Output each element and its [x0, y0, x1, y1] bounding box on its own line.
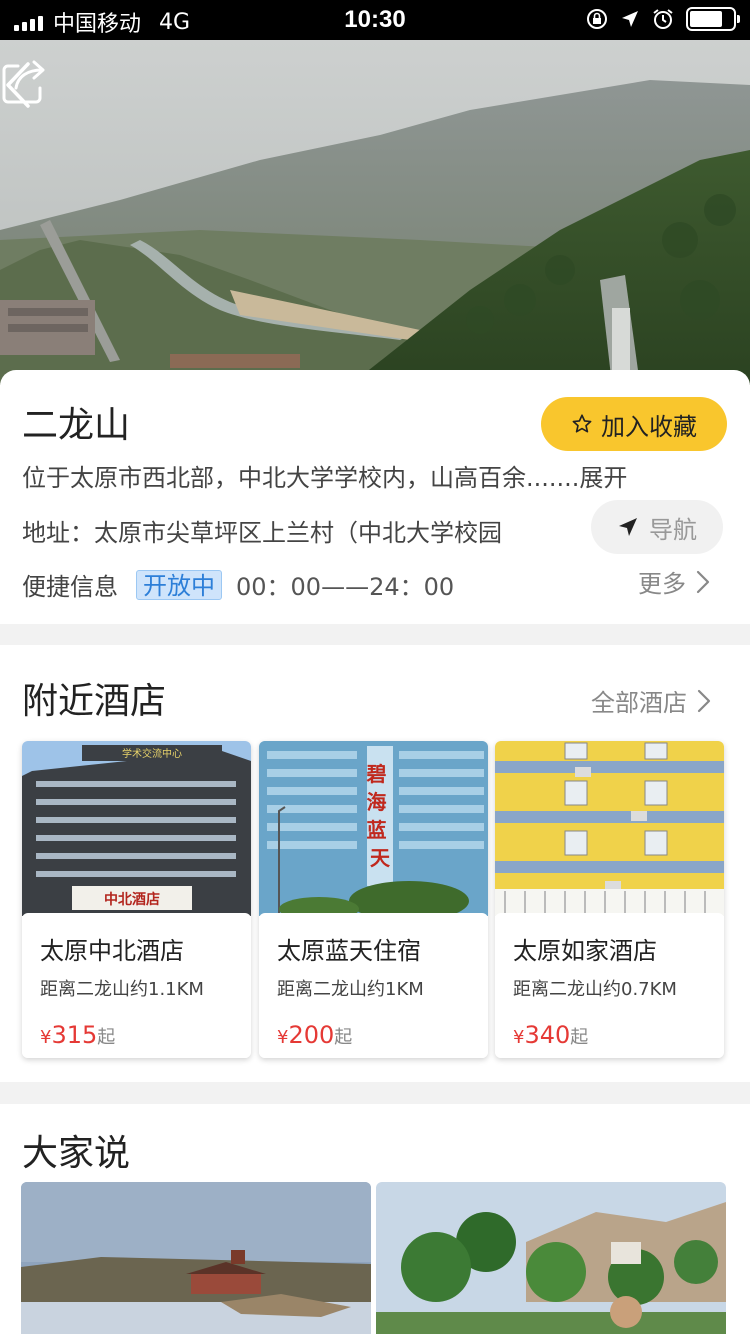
section-title: 大家说	[22, 1133, 131, 1174]
address: 地址：太原市尖草坪区上兰村（中北大学校园	[22, 519, 502, 547]
more-info-link[interactable]: 更多	[638, 564, 710, 599]
nearby-hotels-section: 附近酒店 全部酒店 学术交流中心 中北酒店 太原中北酒店 距离二龙山约1.1KM…	[0, 645, 750, 1082]
hotel-distance: 距离二龙山约1KM	[277, 979, 424, 1000]
hotel-sign: 中北酒店	[104, 891, 160, 908]
price-unit: 起	[334, 1027, 353, 1048]
hotel-photo	[495, 741, 724, 916]
opening-hours: 00：00——24：00	[236, 573, 455, 601]
share-button[interactable]	[0, 58, 48, 106]
hotel-price: ¥200起	[277, 1021, 352, 1049]
attraction-info-card: 二龙山 加入收藏 位于太原市西北部，中北大学学校内，山高百余.......展开 …	[0, 370, 750, 624]
hotel-roof-sign: 学术交流中心	[122, 747, 182, 760]
price-currency: ¥	[277, 1027, 289, 1048]
status-bar: 中国移动 4G 10:30	[0, 0, 750, 40]
star-icon	[572, 414, 592, 433]
hotel-distance: 距离二龙山约1.1KM	[40, 979, 204, 1000]
hotel-card[interactable]: 太原如家酒店 距离二龙山约0.7KM ¥340起	[495, 741, 724, 1058]
location-icon	[622, 11, 638, 27]
hotel-card[interactable]: 碧 海 蓝 天 太原蓝天住宿 距离二龙山约1KM ¥200起	[259, 741, 488, 1058]
sign-char: 蓝	[367, 818, 387, 842]
navigate-label: 导航	[649, 515, 697, 544]
quick-info-row: 便捷信息 开放中 00：00——24：00	[22, 567, 454, 602]
hero-image	[0, 40, 750, 385]
sign-char: 海	[367, 790, 387, 814]
price-amount: 200	[288, 1021, 335, 1049]
hotel-name: 太原如家酒店	[513, 937, 657, 965]
navigate-button[interactable]: 导航	[591, 500, 723, 554]
chevron-right-icon	[697, 689, 711, 712]
hotel-photo: 碧 海 蓝 天	[259, 741, 488, 916]
all-hotels-link[interactable]: 全部酒店	[591, 683, 711, 718]
quick-info-label: 便捷信息	[22, 573, 118, 601]
add-favorite-button[interactable]: 加入收藏	[541, 397, 727, 451]
description: 位于太原市西北部，中北大学学校内，山高百余.......展开	[22, 458, 627, 493]
price-currency: ¥	[513, 1027, 525, 1048]
add-favorite-label: 加入收藏	[601, 412, 697, 441]
alarm-icon	[653, 9, 673, 29]
hotel-name: 太原蓝天住宿	[277, 937, 421, 965]
expand-link[interactable]: 展开	[579, 464, 627, 492]
more-label: 更多	[638, 570, 686, 598]
battery-icon	[686, 7, 740, 31]
status-badge: 开放中	[136, 569, 222, 600]
hotel-photo: 学术交流中心 中北酒店	[22, 741, 251, 916]
navigation-arrow-icon	[619, 518, 637, 536]
chevron-right-icon	[696, 570, 710, 593]
hotel-price: ¥340起	[513, 1021, 588, 1049]
comment-photo[interactable]	[21, 1182, 371, 1334]
comment-photo[interactable]	[376, 1182, 726, 1334]
sign-char: 天	[370, 846, 391, 870]
section-title: 附近酒店	[22, 681, 167, 722]
price-amount: 315	[51, 1021, 98, 1049]
price-amount: 340	[524, 1021, 571, 1049]
all-hotels-label: 全部酒店	[591, 689, 687, 717]
description-text: 位于太原市西北部，中北大学学校内，山高百余.......	[22, 464, 580, 492]
comments-section: 大家说	[0, 1104, 750, 1334]
page-title: 二龙山	[22, 405, 131, 446]
hotel-distance: 距离二龙山约0.7KM	[513, 979, 677, 1000]
sign-char: 碧	[366, 762, 387, 786]
price-unit: 起	[97, 1027, 116, 1048]
hotel-card[interactable]: 学术交流中心 中北酒店 太原中北酒店 距离二龙山约1.1KM ¥315起	[22, 741, 251, 1058]
hotel-price: ¥315起	[40, 1021, 115, 1049]
price-unit: 起	[570, 1027, 589, 1048]
price-currency: ¥	[40, 1027, 52, 1048]
mountain-landscape-photo	[0, 40, 750, 385]
rotation-lock-icon	[587, 9, 607, 29]
hotel-name: 太原中北酒店	[40, 937, 184, 965]
